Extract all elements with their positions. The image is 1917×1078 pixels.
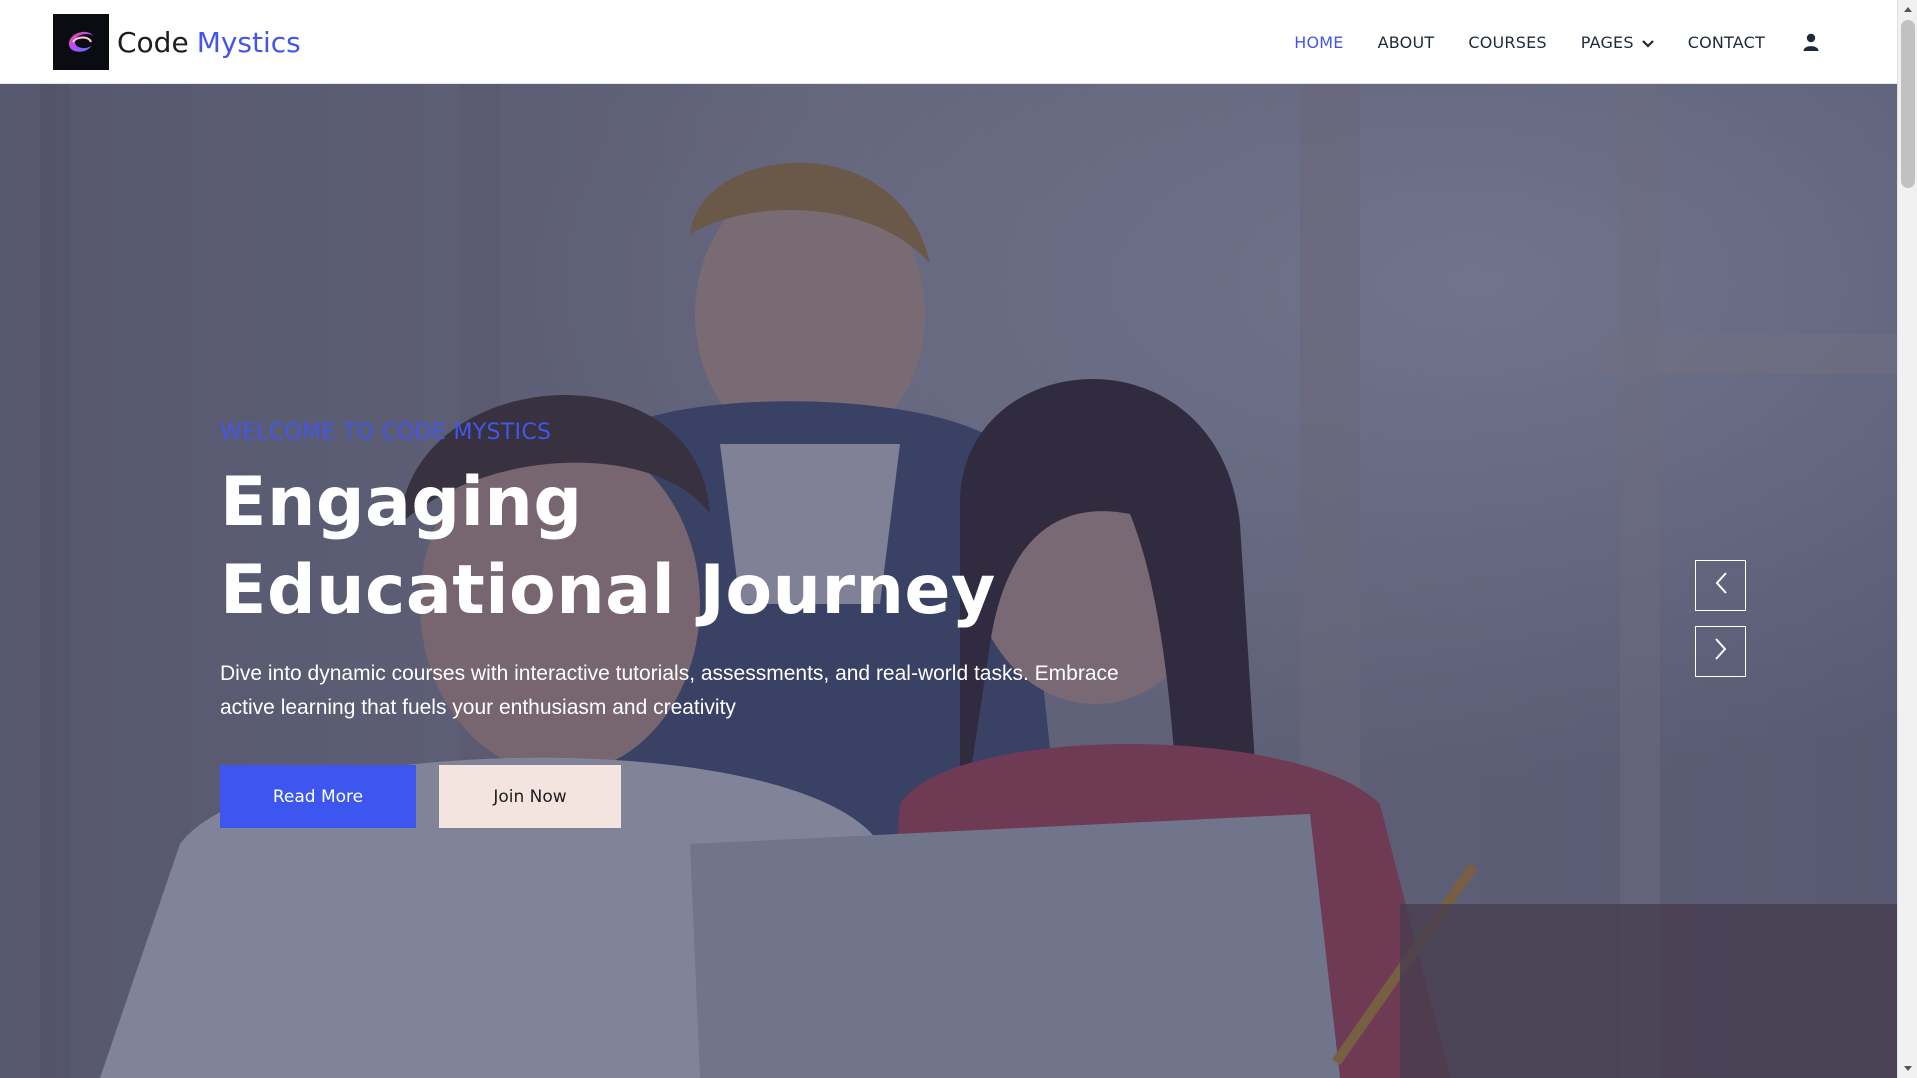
read-more-button[interactable]: Read More	[220, 765, 416, 828]
hero-description: Dive into dynamic courses with interacti…	[220, 662, 1119, 719]
user-icon[interactable]	[1803, 33, 1819, 51]
brand-name-primary: Code	[117, 25, 189, 59]
brand-name-accent: Mystics	[196, 25, 301, 59]
chevron-down-icon	[1641, 33, 1654, 52]
page-scrollbar[interactable]	[1897, 0, 1917, 1078]
hero-content: WELCOME TO CODE MYSTICS Engaging Educati…	[220, 420, 1220, 828]
scroll-down-arrow-icon[interactable]	[1898, 1060, 1917, 1078]
logo-icon	[53, 14, 109, 70]
chevron-left-icon	[1714, 571, 1728, 600]
join-now-button[interactable]: Join Now	[439, 765, 621, 828]
chevron-right-icon	[1714, 637, 1728, 666]
brand-name: Code Mystics	[117, 26, 301, 59]
hero-headline: Engaging Educational Journey	[220, 463, 996, 630]
nav-about[interactable]: ABOUT	[1378, 33, 1435, 52]
nav-pages-dropdown[interactable]: PAGES	[1581, 33, 1654, 52]
nav-pages-label: PAGES	[1580, 32, 1634, 52]
navbar: Code Mystics HOME ABOUT COURSES PAGES CON…	[0, 0, 1897, 84]
hero-eyebrow: WELCOME TO CODE MYSTICS	[220, 420, 552, 445]
scrollbar-thumb[interactable]	[1901, 20, 1915, 188]
carousel-prev-button[interactable]	[1695, 560, 1746, 611]
brand-logo-link[interactable]: Code Mystics	[53, 14, 301, 70]
nav-home[interactable]: HOME	[1294, 33, 1343, 52]
main-nav: HOME ABOUT COURSES PAGES CONTACT	[1260, 0, 1819, 84]
hero-carousel: WELCOME TO CODE MYSTICS Engaging Educati…	[0, 84, 1897, 1078]
scroll-up-arrow-icon[interactable]	[1898, 0, 1917, 18]
carousel-next-button[interactable]	[1695, 626, 1746, 677]
hero-actions: Read More Join Now	[220, 765, 1220, 828]
nav-courses[interactable]: COURSES	[1468, 33, 1546, 52]
nav-contact[interactable]: CONTACT	[1688, 33, 1765, 52]
